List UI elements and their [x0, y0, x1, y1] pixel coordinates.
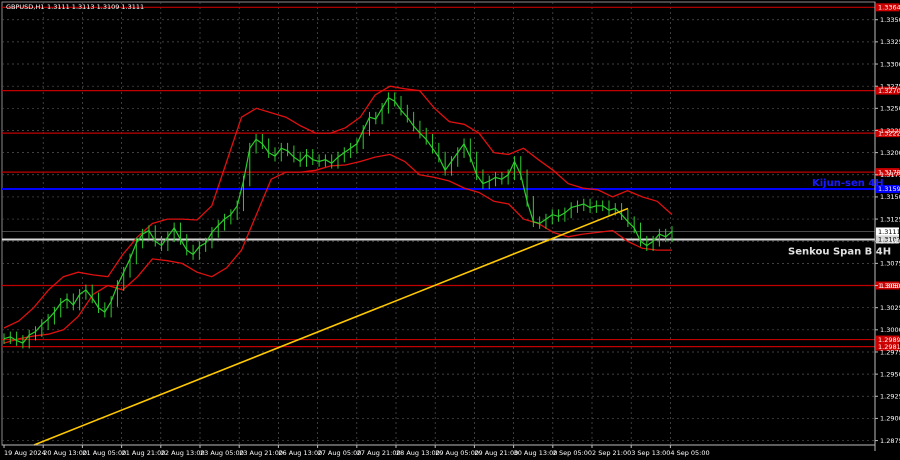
y-tick-label: 1.2900: [880, 415, 900, 423]
x-tick-label: 3 Sep 13:00: [631, 449, 670, 457]
y-tick-label: 1.3350: [880, 16, 900, 24]
senkou-span-b-label: Senkou Span B 4H: [788, 246, 891, 257]
kijun-sen-label: Kijun-sen 4H: [812, 178, 884, 189]
x-tick-label: 29 Aug 05:00: [435, 449, 479, 457]
y-tick-label: 1.2925: [880, 393, 900, 401]
x-tick-label: 27 Aug 21:00: [357, 449, 401, 457]
x-tick-label: 21 Aug 05:00: [82, 449, 126, 457]
x-tick-label: 29 Aug 21:00: [474, 449, 518, 457]
x-tick-label: 22 Aug 13:00: [161, 449, 205, 457]
y-tick-label: 1.3000: [880, 326, 900, 334]
x-tick-label: 21 Aug 21:00: [122, 449, 166, 457]
y-tick-label: 1.2875: [880, 437, 900, 445]
x-tick-label: 28 Aug 13:00: [396, 449, 440, 457]
y-tick-label: 1.3025: [880, 304, 900, 312]
x-tick-label: 20 Aug 13:00: [43, 449, 87, 457]
chart-background: [0, 0, 900, 460]
y-tick-label: 1.3050: [880, 282, 900, 290]
level-price-tag: 1.3364: [878, 4, 900, 12]
x-tick-label: 26 Aug 13:00: [278, 449, 322, 457]
y-tick-label: 1.3075: [880, 260, 900, 268]
y-tick-label: 1.2950: [880, 370, 900, 378]
price-chart: 1.33641.32701.32221.31781.30501.29891.29…: [0, 0, 900, 460]
y-tick-label: 1.3150: [880, 193, 900, 201]
symbol-timeframe: GBPUSD,H1: [6, 3, 44, 11]
chart-window: 1.3364 1.3270 1.3222 1.3178 1.3050 1.2989 1.29…: [0, 0, 900, 460]
y-tick-label: 1.3125: [880, 215, 900, 223]
ohlc-readout: 1.3111 1.3113 1.3109 1.3111: [47, 3, 144, 11]
chart-header: GBPUSD,H1 1.3111 1.3113 1.3109 1.3111: [6, 3, 144, 11]
x-tick-label: 30 Aug 13:00: [514, 449, 558, 457]
y-tick-label: 1.3225: [880, 127, 900, 135]
current-price-tag: 1.3111: [878, 228, 900, 236]
x-tick-label: 4 Sep 05:00: [670, 449, 709, 457]
y-tick-label: 1.3275: [880, 82, 900, 90]
y-tick-label: 1.3300: [880, 60, 900, 68]
y-tick-label: 1.3200: [880, 149, 900, 157]
x-tick-label: 23 Aug 21:00: [239, 449, 283, 457]
x-tick-label: 2 Sep 21:00: [592, 449, 631, 457]
x-tick-label: 2 Sep 05:00: [553, 449, 592, 457]
x-tick-label: 19 Aug 2024: [4, 449, 46, 457]
y-tick-label: 1.3325: [880, 38, 900, 46]
x-tick-label: 27 Aug 05:00: [318, 449, 362, 457]
x-tick-label: 23 Aug 05:00: [200, 449, 244, 457]
y-tick-label: 1.2975: [880, 348, 900, 356]
y-tick-label: 1.3250: [880, 105, 900, 113]
y-tick-label: 1.3100: [880, 238, 900, 246]
